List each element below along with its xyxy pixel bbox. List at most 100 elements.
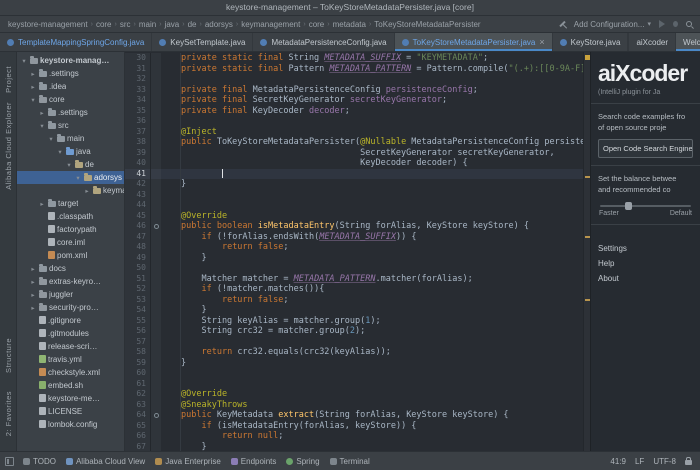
- tree-arrow-icon[interactable]: ▾: [56, 148, 64, 156]
- statusbar-indicator[interactable]: UTF-8: [653, 457, 676, 466]
- code-line[interactable]: 34 private final SecretKeyGenerator secre…: [125, 95, 583, 106]
- code-text[interactable]: Matcher matcher = METADATA_PATTERN.match…: [161, 273, 583, 284]
- tree-arrow-icon[interactable]: ▾: [65, 161, 73, 169]
- line-number[interactable]: 38: [125, 137, 151, 148]
- code-line[interactable]: 67 }: [125, 441, 583, 451]
- line-number[interactable]: 62: [125, 389, 151, 400]
- tree-item[interactable]: embed.sh: [17, 379, 124, 392]
- tree-item[interactable]: ▾ keystore-manag…: [17, 54, 124, 67]
- tree-item[interactable]: ▸ juggler: [17, 288, 124, 301]
- tree-item[interactable]: ▾ core: [17, 93, 124, 106]
- line-number[interactable]: 56: [125, 326, 151, 337]
- statusbar-item[interactable]: TODO: [23, 457, 56, 466]
- code-text[interactable]: private final MetadataPersistenceConfig …: [161, 84, 583, 95]
- tree-item[interactable]: ▸ keymanagement: [17, 184, 124, 197]
- line-number[interactable]: 49: [125, 252, 151, 263]
- code-line[interactable]: 51 Matcher matcher = METADATA_PATTERN.ma…: [125, 273, 583, 284]
- statusbar-item[interactable]: Spring: [286, 457, 320, 466]
- tree-item[interactable]: checkstyle.xml: [17, 366, 124, 379]
- tree-item[interactable]: ▸ extras-keyro…: [17, 275, 124, 288]
- code-text[interactable]: return null;: [161, 431, 583, 442]
- editor-tab[interactable]: TemplateMappingSpringConfig.java: [0, 33, 153, 51]
- breadcrumb-item[interactable]: core: [309, 20, 325, 29]
- code-text[interactable]: private final KeyDecoder decoder;: [161, 105, 583, 116]
- code-line[interactable]: 63 @SneakyThrows: [125, 399, 583, 410]
- editor-tab[interactable]: KeyStore.java: [553, 33, 629, 51]
- line-number[interactable]: 33: [125, 84, 151, 95]
- tree-arrow-icon[interactable]: ▸: [29, 278, 37, 286]
- code-line[interactable]: 49 }: [125, 252, 583, 263]
- tree-arrow-icon[interactable]: ▾: [38, 122, 46, 130]
- tree-item[interactable]: ▸ target: [17, 197, 124, 210]
- run-icon[interactable]: [659, 20, 665, 28]
- breadcrumb-item[interactable]: de: [188, 20, 197, 29]
- code-text[interactable]: return false;: [161, 242, 583, 253]
- line-number[interactable]: 57: [125, 336, 151, 347]
- line-number[interactable]: 65: [125, 420, 151, 431]
- tree-item[interactable]: travis.yml: [17, 353, 124, 366]
- tree-item[interactable]: ▾ src: [17, 119, 124, 132]
- code-line[interactable]: 48 return false;: [125, 242, 583, 253]
- code-line[interactable]: 39 SecretKeyGenerator secretKeyGenerator…: [125, 147, 583, 158]
- code-line[interactable]: 57: [125, 336, 583, 347]
- tool-window-tab[interactable]: aiXcoder: [628, 33, 675, 51]
- panel-link-settings[interactable]: Settings: [598, 241, 693, 256]
- tree-item[interactable]: .gitmodules: [17, 327, 124, 340]
- tree-item[interactable]: lombok.config: [17, 418, 124, 431]
- line-number[interactable]: 66: [125, 431, 151, 442]
- code-line[interactable]: 65 if (isMetadataEntry(forAlias, keyStor…: [125, 420, 583, 431]
- code-text[interactable]: return false;: [161, 294, 583, 305]
- tool-window-button[interactable]: Alibaba Cloud Explorer: [4, 102, 13, 190]
- tree-item[interactable]: ▾ main: [17, 132, 124, 145]
- code-text[interactable]: if (isMetadataEntry(forAlias, keyStore))…: [161, 420, 583, 431]
- debug-icon[interactable]: [673, 21, 678, 27]
- code-text[interactable]: private final SecretKeyGenerator secretK…: [161, 95, 583, 106]
- tool-window-button[interactable]: Structure: [4, 338, 13, 373]
- code-text[interactable]: [161, 189, 583, 200]
- tree-item[interactable]: release-scri…: [17, 340, 124, 353]
- code-text[interactable]: @Inject: [161, 126, 583, 137]
- breadcrumb-item[interactable]: main: [139, 20, 156, 29]
- code-text[interactable]: public ToKeyStoreMetadataPersister(@Null…: [161, 137, 583, 148]
- line-number[interactable]: 42: [125, 179, 151, 190]
- slider-thumb[interactable]: [625, 202, 633, 210]
- line-number[interactable]: 44: [125, 200, 151, 211]
- breadcrumb-item[interactable]: core: [96, 20, 112, 29]
- statusbar-item[interactable]: Terminal: [329, 457, 370, 466]
- line-number[interactable]: 63: [125, 399, 151, 410]
- statusbar-item[interactable]: Java Enterprise: [155, 457, 221, 466]
- code-line[interactable]: 62 @Override: [125, 389, 583, 400]
- code-text[interactable]: public KeyMetadata extract(String forAli…: [161, 410, 583, 421]
- code-line[interactable]: 64 public KeyMetadata extract(String forA…: [125, 410, 583, 421]
- code-line[interactable]: 43: [125, 189, 583, 200]
- line-number[interactable]: 34: [125, 95, 151, 106]
- code-line[interactable]: 56 String crc32 = matcher.group(2);: [125, 326, 583, 337]
- tree-item[interactable]: LICENSE: [17, 405, 124, 418]
- line-number[interactable]: 30: [125, 53, 151, 64]
- breadcrumb-item[interactable]: keymanagement: [241, 20, 300, 29]
- code-text[interactable]: @Override: [161, 389, 583, 400]
- breadcrumb-item[interactable]: keystore-management: [8, 20, 88, 29]
- tree-arrow-icon[interactable]: ▸: [29, 265, 37, 273]
- editor-tab[interactable]: KeySetTemplate.java: [152, 33, 254, 51]
- tree-item[interactable]: pom.xml: [17, 249, 124, 262]
- code-line[interactable]: 58 return crc32.equals(crc32(keyAlias));: [125, 347, 583, 358]
- line-number[interactable]: 52: [125, 284, 151, 295]
- code-line[interactable]: 60: [125, 368, 583, 379]
- code-text[interactable]: if (!matcher.matches()){: [161, 284, 583, 295]
- line-number[interactable]: 58: [125, 347, 151, 358]
- code-line[interactable]: 44: [125, 200, 583, 211]
- tree-arrow-icon[interactable]: ▾: [29, 96, 37, 104]
- tree-item[interactable]: ▾ adorsys: [17, 171, 124, 184]
- statusbar-indicator[interactable]: LF: [635, 457, 644, 466]
- code-text[interactable]: private static final Pattern METADATA_PA…: [161, 63, 583, 74]
- code-text[interactable]: [161, 263, 583, 274]
- tree-item[interactable]: ▸ .settings: [17, 106, 124, 119]
- tree-arrow-icon[interactable]: ▸: [29, 304, 37, 312]
- line-number[interactable]: 46: [125, 221, 151, 232]
- line-number[interactable]: 45: [125, 210, 151, 221]
- line-number[interactable]: 31: [125, 63, 151, 74]
- line-number[interactable]: 67: [125, 441, 151, 451]
- add-configuration-button[interactable]: Add Configuration... ▾: [574, 20, 651, 29]
- line-number[interactable]: 37: [125, 126, 151, 137]
